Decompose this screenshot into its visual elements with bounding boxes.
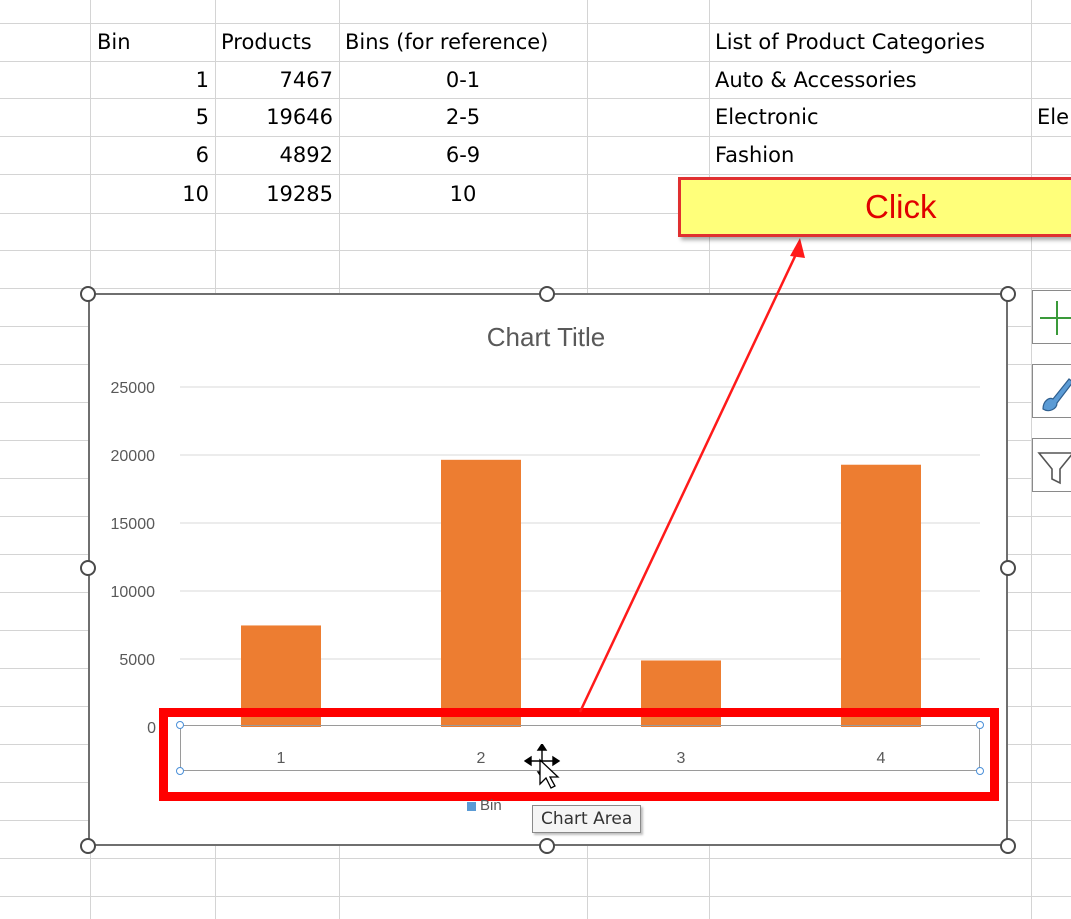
callout-arrow [578, 238, 805, 713]
chart-styles-button[interactable] [1032, 364, 1071, 418]
click-callout: Click [678, 177, 1071, 237]
plus-icon [1040, 301, 1071, 335]
chart-filters-button[interactable] [1032, 438, 1071, 492]
add-chart-element-button[interactable] [1032, 290, 1071, 344]
filter-icon [1037, 452, 1071, 485]
paintbrush-icon [1042, 378, 1071, 412]
